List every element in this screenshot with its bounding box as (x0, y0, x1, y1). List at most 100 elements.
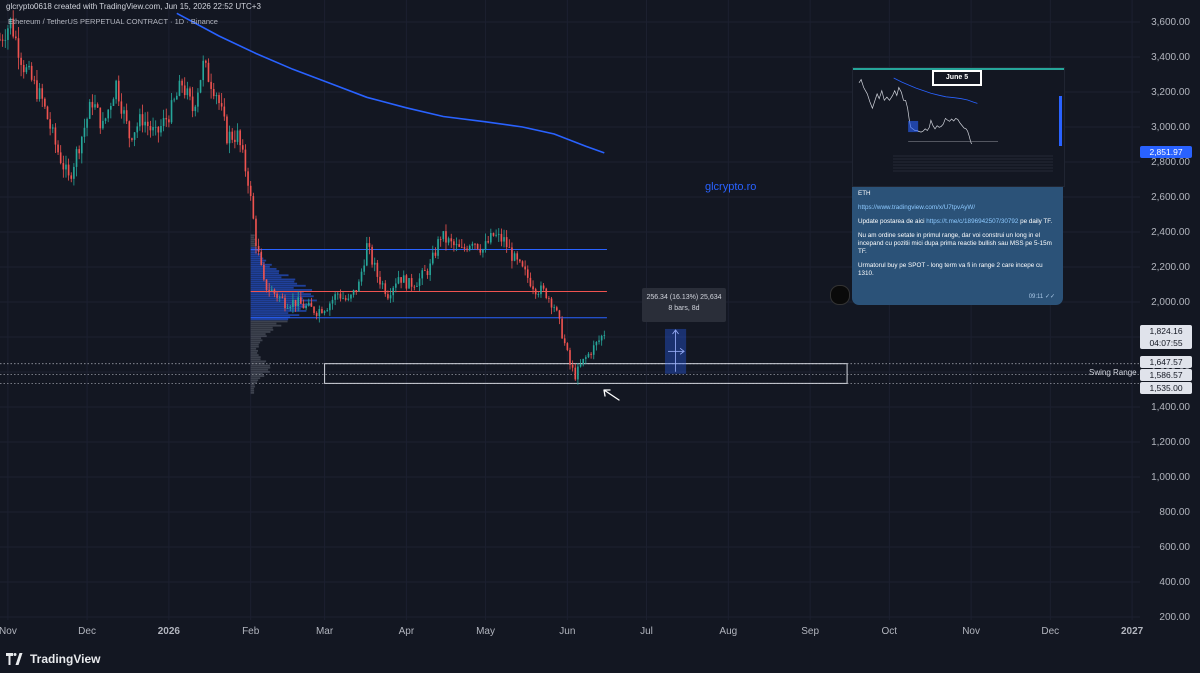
candle-body (191, 96, 194, 112)
candle-body (307, 302, 310, 306)
volume-profile-bar (250, 293, 312, 296)
candle-body (292, 299, 294, 308)
volume-profile-bar (250, 370, 270, 373)
candle-body (65, 164, 67, 170)
message-link-telegram[interactable]: https://t.me/c/1896942507/30792 (926, 218, 1018, 225)
candle-body (350, 294, 352, 299)
message-paragraph-2: Nu am ordine setate in primul range, dar… (858, 232, 1052, 255)
candle-body (194, 106, 197, 112)
volume-profile-bar (250, 358, 261, 361)
candle-body (503, 237, 505, 242)
candle-body (165, 117, 168, 120)
volume-profile-bar (250, 265, 270, 268)
candle-body (220, 103, 223, 107)
volume-profile-bar (250, 349, 259, 352)
volume-profile-bar (250, 366, 271, 369)
volume-profile-bar (250, 387, 254, 390)
candle-body (513, 253, 516, 261)
candle-body (73, 166, 75, 179)
volume-profile-bar (250, 234, 255, 237)
candle-body (0, 39, 1, 41)
candle-body (51, 127, 54, 129)
y-tick-label: 600.00 (1159, 542, 1190, 553)
candle-body (265, 279, 268, 290)
candle-body (497, 233, 500, 235)
volume-profile-bar (250, 282, 298, 285)
volume-profile-bar (250, 318, 289, 321)
annotation-arrow-icon (603, 389, 620, 401)
candle-body (331, 299, 334, 304)
candle-body (260, 251, 263, 266)
volume-profile-bar (250, 259, 267, 262)
candle-body (321, 309, 323, 314)
y-tick-label: 2,200.00 (1151, 262, 1190, 273)
message-bubble: ETH https://www.tradingview.com/x/U7tpvA… (852, 187, 1063, 305)
brand-name: TradingView (30, 652, 101, 666)
message-paragraph-3: Urmatorul buy pe SPOT - long term va fi … (858, 262, 1043, 277)
candle-body (131, 138, 133, 140)
candle-body (334, 294, 336, 300)
candle-body (532, 286, 534, 290)
volume-profile-bar (250, 335, 267, 338)
candle-body (102, 120, 104, 129)
volume-profile-bar (250, 253, 262, 256)
candle-body (558, 310, 561, 319)
y-tick-label: 800.00 (1159, 507, 1190, 518)
candle-body (368, 243, 371, 247)
candle-body (49, 119, 51, 129)
swing-mid-label: 1,586.57 (1140, 369, 1192, 381)
message-link-tradingview[interactable]: https://www.tradingview.com/x/U7tpvAyW/ (858, 204, 975, 211)
avatar (830, 285, 850, 305)
candle-body (36, 80, 38, 100)
candle-body (313, 306, 315, 313)
candle-body (574, 367, 577, 380)
candle-body (336, 293, 339, 295)
candle-body (125, 110, 128, 122)
candle-body (257, 245, 260, 252)
candle-body (136, 126, 139, 133)
y-tick-label: 2,400.00 (1151, 227, 1190, 238)
candle-body (598, 340, 600, 342)
candle-body (186, 88, 189, 96)
candle-body (107, 109, 110, 119)
candle-body (189, 88, 191, 97)
candle-body (458, 244, 460, 247)
candle-body (344, 298, 347, 300)
candle-body (519, 259, 521, 262)
message-time: 09:11 ✓✓ (1029, 293, 1055, 301)
y-tick-label: 3,600.00 (1151, 17, 1190, 28)
candle-body (389, 295, 392, 299)
candle-body (373, 262, 376, 265)
candle-body (46, 106, 49, 120)
volume-profile-bar (250, 236, 255, 239)
candle-countdown-label: 04:07:55 (1140, 337, 1192, 349)
candle-body (91, 101, 94, 108)
candle-body (78, 149, 80, 154)
x-tick-label: Sep (801, 626, 819, 637)
candle-body (302, 303, 305, 309)
volume-profile-bar (250, 261, 265, 264)
candle-body (286, 308, 289, 309)
candle-body (168, 119, 170, 123)
candle-body (175, 95, 178, 100)
candle-body (294, 299, 297, 307)
candle-body (326, 310, 329, 312)
candle-body (112, 99, 115, 106)
candle-body (579, 364, 582, 367)
candle-body (526, 269, 529, 278)
candle-body (25, 67, 28, 73)
candle-body (416, 285, 418, 287)
candle-body (463, 247, 466, 249)
y-tick-label: 2,600.00 (1151, 192, 1190, 203)
candle-body (20, 57, 22, 65)
candle-body (447, 238, 450, 243)
candle-body (437, 239, 439, 256)
candle-body (521, 261, 524, 267)
candle-body (123, 110, 125, 114)
candle-body (284, 297, 286, 309)
candle-body (571, 364, 574, 368)
y-tick-label: 2,000.00 (1151, 297, 1190, 308)
tradingview-logo: TradingView (6, 652, 100, 666)
candle-body (297, 297, 300, 307)
candle-body (342, 298, 344, 299)
